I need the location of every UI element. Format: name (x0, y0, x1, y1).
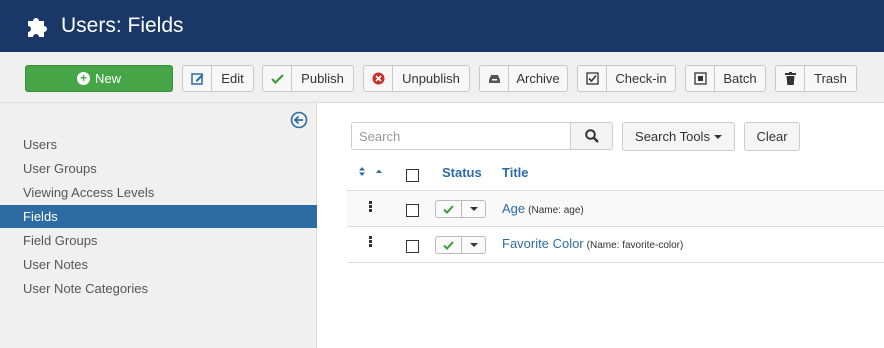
search-icon (584, 129, 599, 143)
sidebar: Users User Groups Viewing Access Levels … (0, 103, 317, 348)
new-button[interactable]: + New (25, 65, 173, 92)
collapse-sidebar-icon[interactable] (290, 111, 308, 129)
search-button[interactable] (570, 122, 613, 150)
clear-label: Clear (756, 129, 788, 144)
field-title[interactable]: Age (502, 201, 525, 216)
check-icon (263, 66, 292, 91)
caret-down-icon (469, 243, 478, 247)
sidebar-item-user-notes[interactable]: User Notes (0, 253, 317, 276)
field-name-note: (Name: favorite-color) (586, 240, 684, 251)
publish-button-label: Publish (301, 71, 344, 86)
page-title: Users: Fields (61, 14, 184, 37)
published-check-icon[interactable] (436, 237, 462, 253)
puzzle-icon (28, 18, 47, 37)
batch-button-label: Batch (723, 71, 757, 86)
trash-button[interactable]: Trash (775, 65, 857, 92)
edit-icon (183, 66, 212, 91)
select-all-checkbox[interactable] (406, 169, 419, 182)
row-checkbox[interactable] (406, 204, 419, 217)
field-title[interactable]: Favorite Color (502, 236, 584, 251)
field-title-link[interactable]: Age (Name: age) (502, 201, 584, 216)
status-dropdown-toggle[interactable] (462, 201, 485, 217)
trash-button-label: Trash (814, 71, 847, 86)
field-title-link[interactable]: Favorite Color (Name: favorite-color) (502, 236, 683, 251)
publish-button[interactable]: Publish (262, 65, 354, 92)
trash-icon (776, 66, 805, 91)
unpublish-icon (364, 66, 393, 91)
plus-circle-icon: + (76, 72, 90, 85)
edit-button[interactable]: Edit (182, 65, 254, 92)
unpublish-button-label: Unpublish (402, 71, 460, 86)
sidebar-item-users[interactable]: Users (0, 133, 317, 156)
batch-button[interactable]: Batch (685, 65, 766, 92)
status-toggle[interactable] (435, 236, 486, 254)
checkin-button[interactable]: Check-in (577, 65, 676, 92)
ordering-sort-icon[interactable] (357, 166, 385, 177)
page-header: Users: Fields (0, 0, 884, 52)
sidebar-item-viewing-access-levels[interactable]: Viewing Access Levels (0, 181, 317, 204)
drag-handle-icon[interactable] (369, 236, 372, 248)
field-name-note: (Name: age) (528, 205, 584, 216)
search-tools-label: Search Tools (635, 129, 710, 144)
batch-icon (686, 66, 715, 91)
row-checkbox[interactable] (406, 240, 419, 253)
search-tools-button[interactable]: Search Tools (622, 122, 735, 151)
archive-button[interactable]: Archive (479, 65, 568, 92)
archive-button-label: Archive (516, 71, 560, 86)
unpublish-button[interactable]: Unpublish (363, 65, 470, 92)
clear-button[interactable]: Clear (744, 122, 800, 151)
sidebar-item-fields[interactable]: Fields (0, 205, 317, 228)
table-row: Favorite Color (Name: favorite-color) (347, 227, 884, 262)
edit-button-label: Edit (221, 71, 244, 86)
toolbar: + New Edit Publish Unpublish Archive Che… (0, 52, 884, 103)
search-input[interactable] (351, 122, 571, 150)
published-check-icon[interactable] (436, 201, 462, 217)
status-toggle[interactable] (435, 200, 486, 218)
caret-down-icon (713, 134, 722, 139)
status-dropdown-toggle[interactable] (462, 237, 485, 253)
checkbox-icon (578, 66, 607, 91)
checkin-button-label: Check-in (615, 71, 667, 86)
sidebar-item-user-note-categories[interactable]: User Note Categories (0, 277, 317, 300)
sidebar-item-field-groups[interactable]: Field Groups (0, 229, 317, 252)
archive-icon (480, 66, 509, 91)
table-row: Age (Name: age) (347, 191, 884, 226)
table-divider (347, 262, 884, 263)
title-column-header[interactable]: Title (502, 165, 529, 180)
drag-handle-icon[interactable] (369, 201, 372, 213)
sidebar-item-user-groups[interactable]: User Groups (0, 157, 317, 180)
status-column-header[interactable]: Status (442, 165, 482, 180)
new-button-label: New (94, 71, 121, 86)
caret-down-icon (469, 207, 478, 211)
